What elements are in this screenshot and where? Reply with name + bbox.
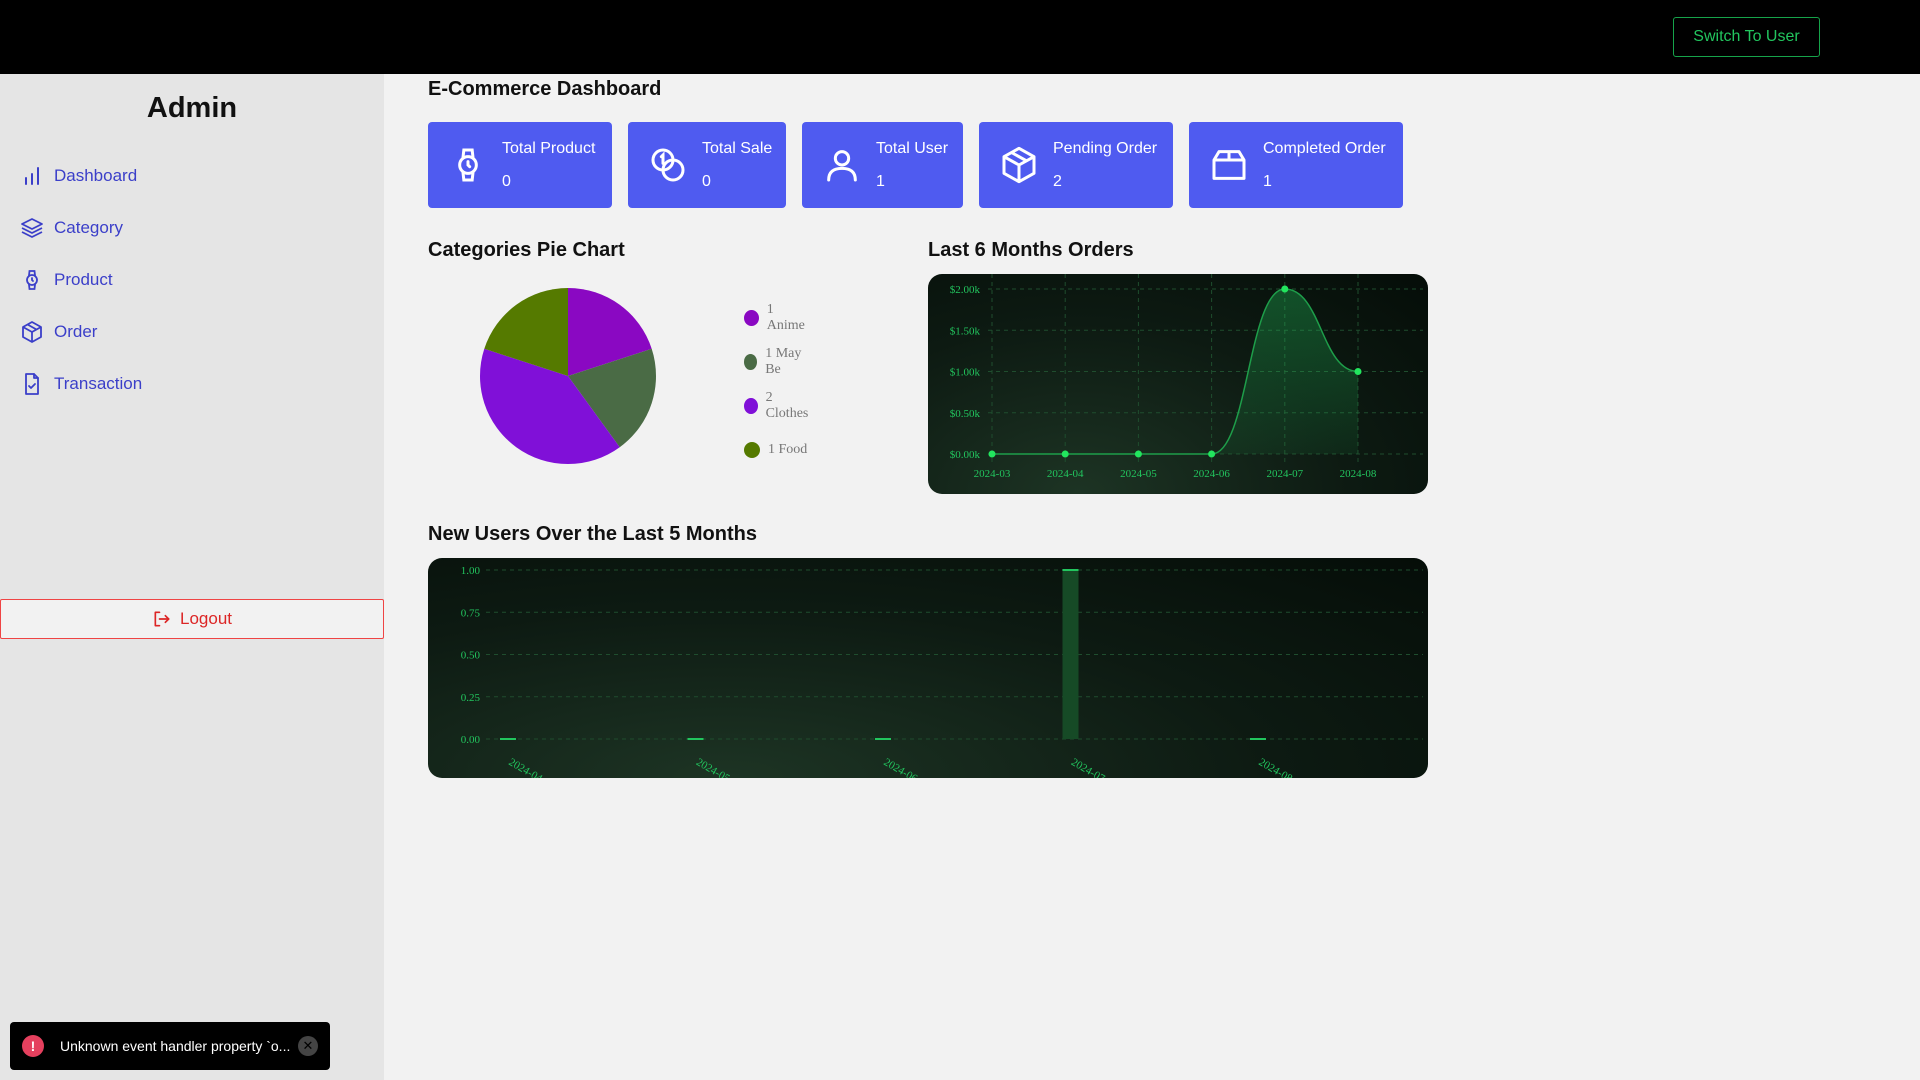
card-label: Completed Order <box>1263 140 1386 157</box>
pie-chart-title: Categories Pie Chart <box>428 239 625 261</box>
users-chart-title: New Users Over the Last 5 Months <box>428 523 757 545</box>
package-icon <box>1002 146 1036 184</box>
x-tick-label: 2024-05 <box>694 756 732 778</box>
error-icon: ! <box>22 1035 44 1057</box>
y-tick-label: $1.00k <box>950 367 981 379</box>
sidebar-item-label: Product <box>54 270 113 289</box>
archive-box-icon <box>1212 150 1246 180</box>
switch-to-user-button[interactable]: Switch To User <box>1673 17 1820 57</box>
sidebar-item-product[interactable]: Product <box>20 254 142 306</box>
stat-card-total-sale: Total Sale 0 <box>628 122 786 208</box>
stat-card-total-user: Total User 1 <box>802 122 963 208</box>
sidebar-item-category[interactable]: Category <box>20 202 142 254</box>
x-tick-label: 2024-07 <box>1069 756 1107 778</box>
users-bar-chart: 0.00 0.25 0.50 0.75 1.00 2024-04 2024-05 2024-0… <box>461 565 1423 778</box>
legend-swatch <box>744 354 758 370</box>
sidebar-item-label: Dashboard <box>54 166 138 185</box>
sidebar-item-transaction[interactable]: Transaction <box>20 358 142 410</box>
file-check-icon <box>25 373 39 395</box>
orders-area-chart: $0.00k $0.50k $1.00k $1.50k $2.00k 2024-03 202… <box>950 274 1423 480</box>
y-tick-label: 1.00 <box>461 565 481 577</box>
card-value: 1 <box>876 173 885 190</box>
y-tick-label: $0.50k <box>950 408 981 420</box>
legend-item: 1 May Be <box>744 340 811 384</box>
bar-chart-icon <box>25 167 39 185</box>
pie-legend: 1 Anime 1 May Be 2 Clothes 1 Food <box>744 296 811 472</box>
orders-chart-title: Last 6 Months Orders <box>928 239 1134 261</box>
orders-point <box>988 450 996 458</box>
x-tick-label: 2024-03 <box>974 468 1011 480</box>
orders-point <box>1208 450 1216 458</box>
legend-label: 2 Clothes <box>765 390 809 421</box>
orders-chart-panel: $0.00k $0.50k $1.00k $1.50k $2.00k 2024-03 202… <box>928 274 1428 494</box>
user-icon <box>827 150 857 182</box>
legend-swatch <box>744 398 758 414</box>
sidebar-item-label: Order <box>54 322 98 341</box>
y-tick-label: $0.00k <box>950 449 981 461</box>
top-bar: Switch To User <box>0 0 1920 74</box>
y-tick-label: $1.50k <box>950 325 981 337</box>
card-label: Total User <box>876 140 949 157</box>
card-label: Pending Order <box>1053 140 1158 157</box>
orders-point <box>1281 285 1289 293</box>
sidebar-item-label: Transaction <box>54 374 143 393</box>
y-tick-label: 0.50 <box>461 650 481 662</box>
users-bar <box>1062 570 1079 739</box>
x-tick-label: 2024-04 <box>1047 468 1084 480</box>
legend-swatch <box>744 442 760 458</box>
card-value: 1 <box>1263 173 1272 190</box>
box-icon <box>22 321 42 343</box>
card-value: 0 <box>702 173 711 190</box>
card-value: 2 <box>1053 173 1062 190</box>
legend-item: 1 Anime <box>744 296 811 340</box>
x-tick-label: 2024-08 <box>1340 468 1377 480</box>
stat-card-pending-order: Pending Order 2 <box>979 122 1173 208</box>
page-title: E-Commerce Dashboard <box>428 78 662 100</box>
x-tick-label: 2024-04 <box>507 756 545 778</box>
y-tick-label: 0.00 <box>461 734 481 746</box>
orders-point <box>1354 368 1362 375</box>
sidebar-item-dashboard[interactable]: Dashboard <box>20 150 142 202</box>
x-tick-label: 2024-06 <box>1193 468 1230 480</box>
layers-icon <box>21 218 43 238</box>
legend-item: 1 Food <box>744 428 811 472</box>
legend-swatch <box>744 310 759 326</box>
logout-label: Logout <box>180 609 232 628</box>
sidebar-title: Admin <box>146 92 238 124</box>
logout-button[interactable]: Logout <box>0 599 384 639</box>
legend-item: 2 Clothes <box>744 384 811 428</box>
x-tick-label: 2024-05 <box>1120 468 1157 480</box>
x-tick-label: 2024-06 <box>882 756 920 778</box>
x-tick-label: 2024-07 <box>1266 468 1303 480</box>
sidebar: Admin Dashboard Category Product Order T… <box>0 74 384 1080</box>
coins-icon <box>651 148 685 182</box>
stat-card-total-product: Total Product 0 <box>428 122 612 208</box>
x-tick-label: 2024-08 <box>1257 756 1295 778</box>
error-toast: ! Unknown event handler property `o... ✕ <box>10 1022 330 1070</box>
sidebar-item-label: Category <box>54 218 123 237</box>
card-label: Total Product <box>502 140 596 157</box>
legend-label: 1 Anime <box>766 302 805 333</box>
logout-icon <box>154 611 170 627</box>
toast-message: Unknown event handler property `o... <box>60 1038 291 1054</box>
watch-icon <box>458 148 478 182</box>
legend-label: 1 May Be <box>765 346 802 377</box>
card-label: Total Sale <box>702 140 773 157</box>
card-value: 0 <box>502 173 511 190</box>
orders-point <box>1134 450 1142 458</box>
close-icon[interactable]: ✕ <box>298 1036 318 1056</box>
watch-icon <box>26 270 38 290</box>
legend-label: 1 Food <box>768 442 808 457</box>
y-tick-label: 0.75 <box>461 607 481 619</box>
categories-pie-chart <box>480 288 656 464</box>
sidebar-nav: Dashboard Category Product Order Transac… <box>20 150 142 410</box>
orders-point <box>1061 450 1069 458</box>
sidebar-item-order[interactable]: Order <box>20 306 142 358</box>
stat-card-completed-order: Completed Order 1 <box>1189 122 1403 208</box>
y-tick-label: 0.25 <box>461 692 481 704</box>
users-chart-panel: 0.00 0.25 0.50 0.75 1.00 2024-04 2024-05 2024-0… <box>428 558 1428 778</box>
y-tick-label: $2.00k <box>950 284 981 296</box>
